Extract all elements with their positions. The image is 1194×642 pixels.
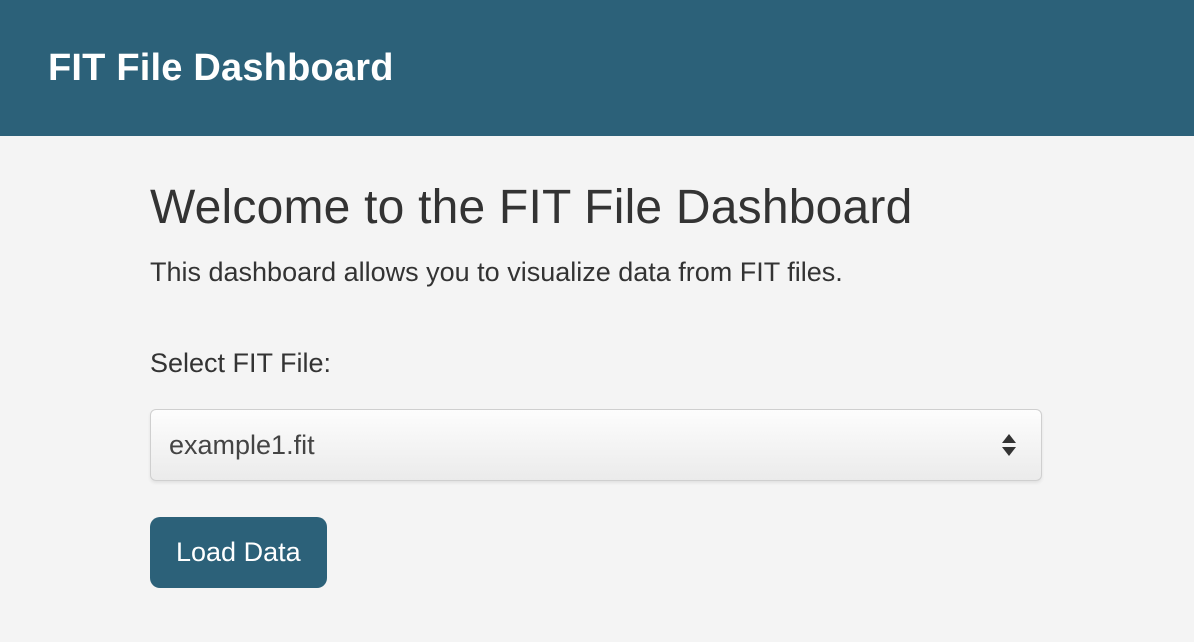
file-select[interactable]: example1.fit bbox=[150, 409, 1042, 481]
file-select-label: Select FIT File: bbox=[150, 348, 1044, 379]
file-select-wrapper: example1.fit bbox=[150, 409, 1042, 481]
main-content: Welcome to the FIT File Dashboard This d… bbox=[0, 136, 1194, 588]
app-title: FIT File Dashboard bbox=[48, 47, 394, 90]
welcome-description: This dashboard allows you to visualize d… bbox=[150, 257, 1044, 288]
app-header: FIT File Dashboard bbox=[0, 0, 1194, 136]
welcome-heading: Welcome to the FIT File Dashboard bbox=[150, 180, 1044, 235]
load-data-button[interactable]: Load Data bbox=[150, 517, 327, 588]
